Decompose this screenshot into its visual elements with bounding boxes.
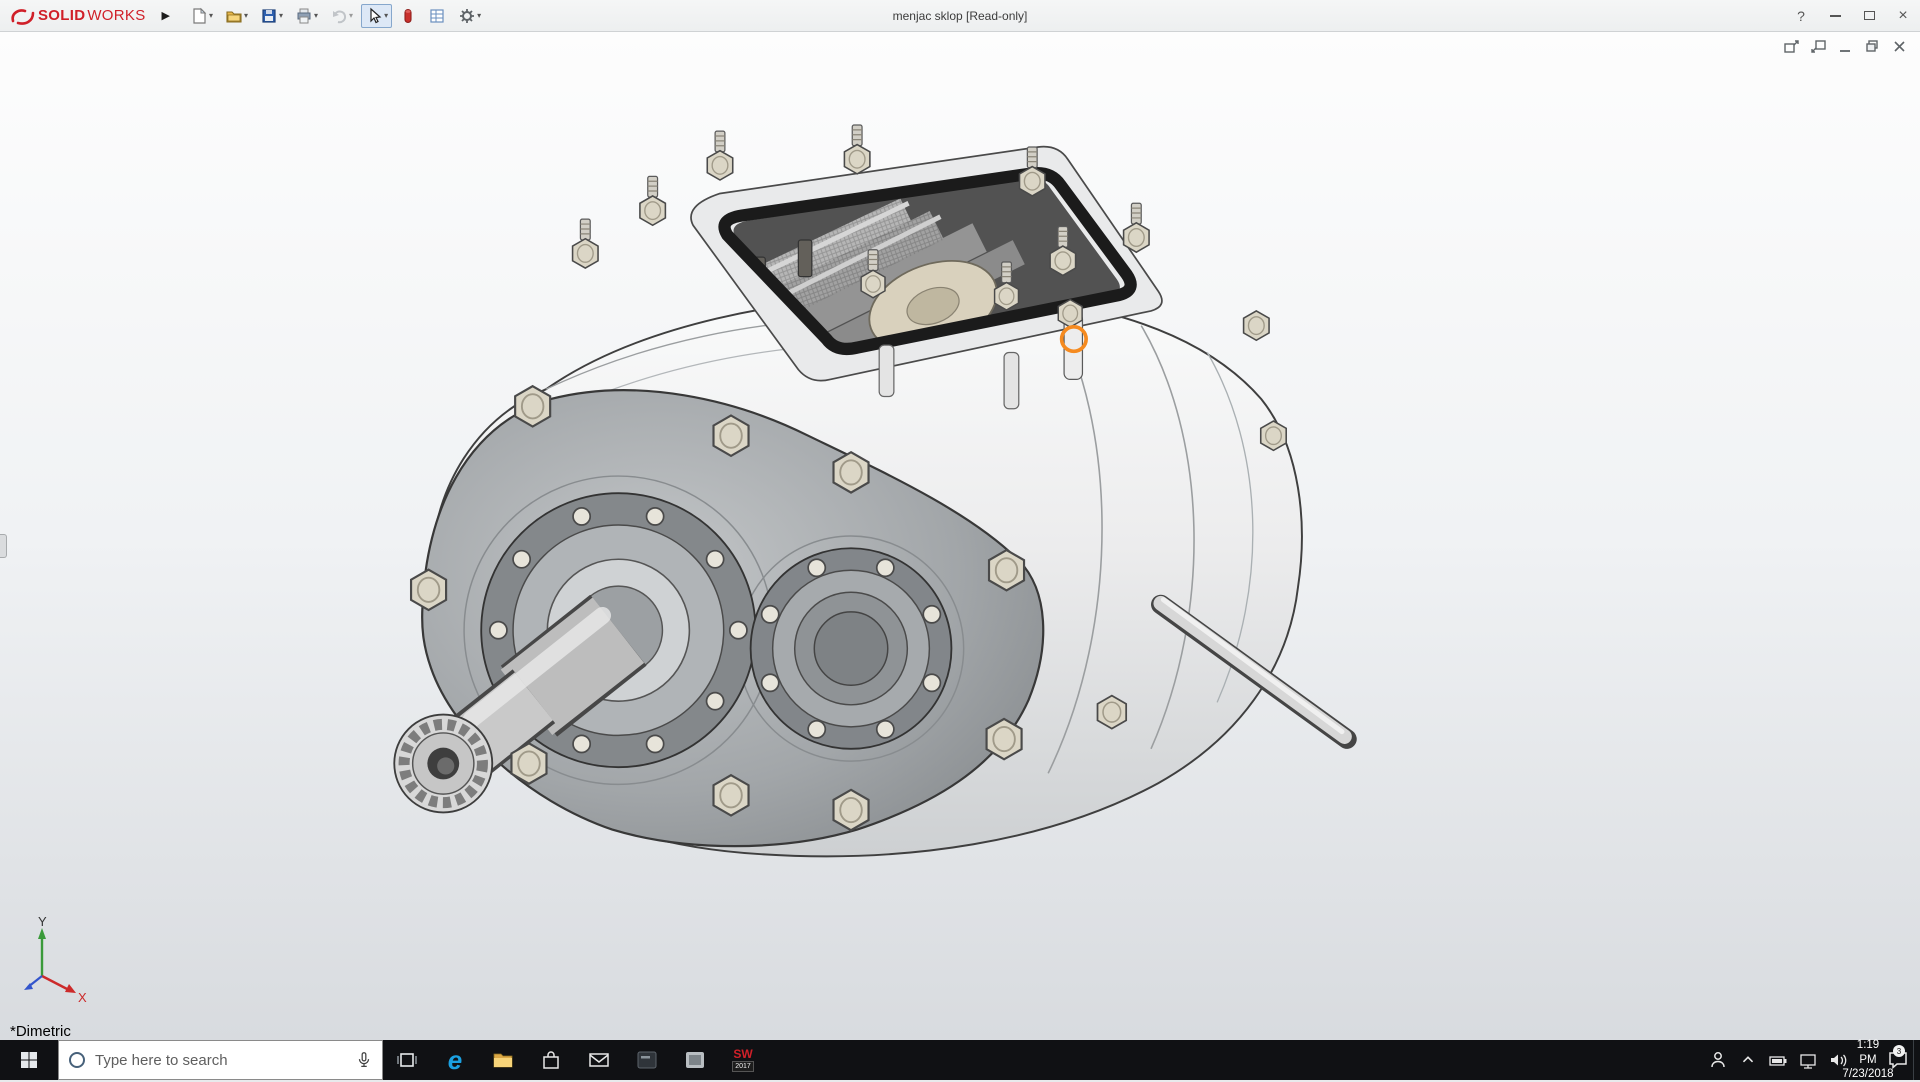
notification-badge: 3 bbox=[1893, 1045, 1905, 1057]
cortana-icon bbox=[67, 1050, 87, 1070]
orientation-triad: Y X bbox=[12, 914, 92, 1006]
store-bag-icon bbox=[539, 1048, 563, 1072]
action-center-button[interactable]: 3 bbox=[1883, 1040, 1913, 1080]
system-tray: 1:19 PM 7/23/2018 3 bbox=[1703, 1040, 1920, 1080]
undo-button[interactable]: ▾ bbox=[326, 4, 357, 28]
titlebar: SOLIDWORKS ▶ ▾ ▾ ▾ bbox=[0, 0, 1920, 32]
chevron-up-icon bbox=[1738, 1050, 1758, 1070]
solidworks-2017-icon: SW 2017 bbox=[732, 1048, 754, 1072]
doc-restore-button[interactable] bbox=[1863, 38, 1881, 54]
doc-minimize-icon bbox=[1837, 39, 1854, 54]
search-input[interactable] bbox=[95, 1052, 346, 1069]
save-icon bbox=[260, 7, 278, 25]
minimize-button[interactable] bbox=[1818, 0, 1852, 32]
minimize-icon bbox=[1830, 15, 1841, 17]
maximize-icon bbox=[1864, 11, 1875, 20]
options-button[interactable]: ▾ bbox=[454, 4, 485, 28]
taskbar-spacer bbox=[767, 1040, 1703, 1080]
close-button[interactable]: × bbox=[1886, 0, 1920, 32]
show-desktop-button[interactable] bbox=[1913, 1040, 1920, 1080]
document-title: menjac sklop [Read-only] bbox=[893, 0, 1028, 32]
graphics-area[interactable]: Y X *Dimetric bbox=[0, 32, 1920, 1040]
taskbar-file-explorer-button[interactable] bbox=[479, 1040, 527, 1080]
menu-flyout-icon[interactable]: ▶ bbox=[152, 9, 180, 22]
person-icon bbox=[1707, 1049, 1729, 1071]
view-orientation-label: *Dimetric bbox=[10, 1023, 71, 1040]
mail-icon bbox=[587, 1048, 611, 1072]
taskbar-edge-button[interactable]: e bbox=[431, 1040, 479, 1080]
doc-close-icon bbox=[1891, 39, 1908, 54]
network-icon bbox=[1797, 1049, 1819, 1071]
file-explorer-icon bbox=[491, 1048, 515, 1072]
new-document-icon bbox=[190, 7, 208, 25]
open-button[interactable]: ▾ bbox=[221, 4, 252, 28]
appearances-button[interactable] bbox=[396, 4, 420, 28]
doc-float-icon bbox=[1783, 39, 1800, 54]
doc-fit-button[interactable] bbox=[1809, 38, 1827, 54]
doc-float-button[interactable] bbox=[1782, 38, 1800, 54]
solidworks-logo-mark bbox=[10, 6, 36, 26]
triad-y-label: Y bbox=[38, 914, 47, 929]
select-tool-button[interactable]: ▾ bbox=[361, 4, 392, 28]
tray-people-button[interactable] bbox=[1703, 1040, 1733, 1080]
print-button[interactable]: ▾ bbox=[291, 4, 322, 28]
quick-access-toolbar: ▾ ▾ ▾ ▾ ▾ bbox=[186, 4, 485, 28]
task-view-icon bbox=[396, 1049, 418, 1071]
appearance-icon bbox=[400, 7, 416, 25]
doc-fit-icon bbox=[1810, 39, 1827, 54]
gearbox-model bbox=[0, 32, 1920, 1040]
triad-x-label: X bbox=[78, 990, 87, 1005]
logo-text-bold: SOLID bbox=[38, 7, 85, 24]
maximize-button[interactable] bbox=[1852, 0, 1886, 32]
start-button[interactable] bbox=[0, 1040, 58, 1080]
taskbar-search[interactable] bbox=[58, 1040, 383, 1080]
edge-icon: e bbox=[448, 1047, 462, 1073]
save-button[interactable]: ▾ bbox=[256, 4, 287, 28]
panel-collapse-tab[interactable] bbox=[0, 534, 7, 558]
solidworks-logo: SOLIDWORKS bbox=[0, 6, 152, 26]
tray-battery-button[interactable] bbox=[1763, 1040, 1793, 1080]
window-controls: ? × bbox=[1784, 0, 1920, 32]
doc-close-button[interactable] bbox=[1890, 38, 1908, 54]
battery-icon bbox=[1767, 1049, 1789, 1071]
select-cursor-icon bbox=[365, 7, 383, 25]
doc-restore-icon bbox=[1864, 39, 1881, 54]
microphone-icon[interactable] bbox=[354, 1050, 374, 1070]
taskbar-store-button[interactable] bbox=[527, 1040, 575, 1080]
gear-icon bbox=[458, 7, 476, 25]
taskbar-solidworks-button[interactable]: SW 2017 bbox=[719, 1040, 767, 1080]
undo-icon bbox=[330, 7, 348, 25]
tray-overflow-button[interactable] bbox=[1733, 1040, 1763, 1080]
new-document-button[interactable]: ▾ bbox=[186, 4, 217, 28]
close-icon: × bbox=[1898, 7, 1907, 25]
help-button[interactable]: ? bbox=[1784, 0, 1818, 32]
task-view-button[interactable] bbox=[383, 1040, 431, 1080]
doc-minimize-button[interactable] bbox=[1836, 38, 1854, 54]
file-properties-icon bbox=[428, 7, 446, 25]
gray-app-icon bbox=[683, 1048, 707, 1072]
taskbar-app-6-button[interactable] bbox=[671, 1040, 719, 1080]
file-properties-button[interactable] bbox=[424, 4, 450, 28]
taskbar-app-5-button[interactable] bbox=[623, 1040, 671, 1080]
print-icon bbox=[295, 7, 313, 25]
clock-time: 1:19 PM bbox=[1853, 1038, 1883, 1067]
windows-logo-icon bbox=[19, 1050, 39, 1070]
taskbar-mail-button[interactable] bbox=[575, 1040, 623, 1080]
document-window-controls bbox=[1782, 38, 1908, 54]
logo-text-light: WORKS bbox=[87, 7, 145, 24]
dark-app-icon bbox=[635, 1048, 659, 1072]
windows-taskbar: e SW 2017 bbox=[0, 1040, 1920, 1080]
tray-network-button[interactable] bbox=[1793, 1040, 1823, 1080]
taskbar-clock[interactable]: 1:19 PM 7/23/2018 bbox=[1853, 1040, 1883, 1080]
open-folder-icon bbox=[225, 7, 243, 25]
